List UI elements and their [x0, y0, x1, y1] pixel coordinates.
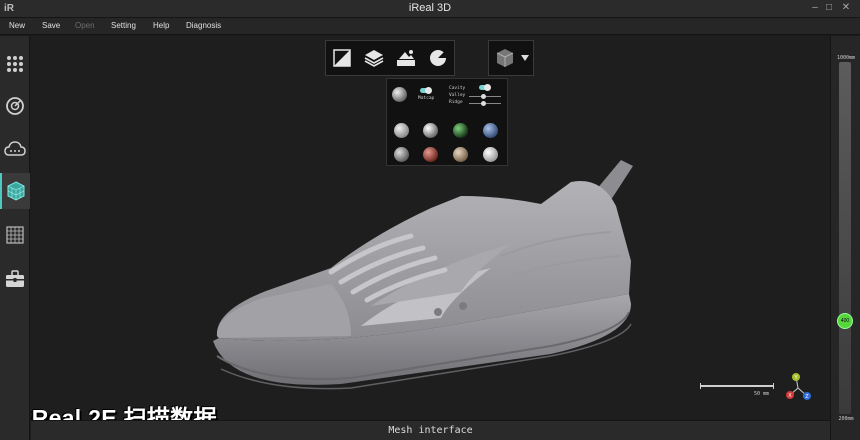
maximize-icon[interactable]: □	[822, 1, 836, 15]
window-title: iReal 3D	[408, 2, 452, 14]
material-ball[interactable]	[394, 147, 409, 162]
depth-max-label: 1000mm	[836, 55, 856, 61]
menu-bar: New Save Open Setting Help Diagnosis	[0, 18, 860, 35]
axis-x-label: X	[788, 393, 792, 399]
cloud-icon	[4, 141, 26, 156]
toolbox-icon	[6, 270, 24, 287]
material-panel: Matcap Cavity Valley Ridge	[386, 78, 508, 166]
sidebar-item-cloud[interactable]	[0, 131, 30, 167]
sidebar-item-mesh[interactable]	[0, 173, 30, 209]
ridge-label: Ridge	[449, 100, 463, 105]
matcap-toggle[interactable]	[420, 87, 432, 94]
sidebar-item-toolbox[interactable]	[0, 261, 30, 297]
material-ball[interactable]	[483, 123, 498, 138]
3d-viewport[interactable]: Matcap Cavity Valley Ridge 50 mm Y X Z i…	[31, 36, 830, 440]
sidebar-item-scan[interactable]	[0, 46, 30, 82]
tool-texture[interactable]	[391, 43, 421, 73]
material-ball[interactable]	[423, 147, 438, 162]
mesh-cube-icon	[7, 181, 25, 201]
depth-min-label: 200mm	[838, 416, 854, 422]
status-bar: Mesh interface	[31, 420, 830, 440]
cavity-label: Cavity	[449, 86, 466, 91]
target-icon	[6, 97, 24, 115]
menu-save[interactable]: Save	[42, 21, 60, 30]
minimize-icon[interactable]: –	[808, 1, 822, 15]
matcap-label: Matcap	[418, 96, 435, 101]
ridge-slider[interactable]	[469, 101, 501, 106]
depth-panel: 1000mm 400 200mm	[830, 36, 860, 440]
material-ball[interactable]	[453, 147, 468, 162]
menu-setting[interactable]: Setting	[111, 21, 136, 30]
scan-grid-icon	[7, 56, 23, 72]
grid-icon	[6, 226, 24, 244]
title-bar: iR iReal 3D – □ ✕	[0, 0, 860, 18]
tool-view-cube[interactable]	[490, 43, 520, 73]
sidebar-item-grid[interactable]	[0, 217, 30, 253]
close-icon[interactable]: ✕	[839, 1, 853, 15]
display-mode-toolbar	[325, 40, 455, 76]
matcap-preview[interactable]	[392, 87, 407, 102]
menu-new[interactable]: New	[9, 21, 25, 30]
cube-view-icon	[496, 49, 514, 67]
status-text: Mesh interface	[388, 425, 473, 436]
tool-pie[interactable]	[423, 43, 453, 73]
half-square-icon	[333, 49, 351, 67]
valley-label: Valley	[449, 93, 466, 98]
tool-half-square[interactable]	[327, 43, 357, 73]
menu-diagnosis[interactable]: Diagnosis	[186, 21, 221, 30]
material-ball[interactable]	[394, 123, 409, 138]
layers-icon	[364, 50, 384, 67]
cavity-toggle[interactable]	[479, 84, 491, 91]
left-sidebar	[0, 36, 30, 440]
view-mode-toolbar	[488, 40, 534, 76]
material-ball[interactable]	[423, 123, 438, 138]
depth-slider[interactable]	[839, 62, 851, 414]
tool-layers[interactable]	[359, 43, 389, 73]
texture-icon	[397, 50, 415, 66]
chevron-down-icon[interactable]	[521, 55, 529, 61]
menu-open[interactable]: Open	[75, 21, 95, 30]
scale-bar	[700, 383, 774, 389]
valley-slider[interactable]	[469, 94, 501, 99]
sidebar-item-target[interactable]	[0, 88, 30, 124]
depth-slider-knob[interactable]: 400	[837, 313, 853, 329]
axis-gizmo: Y X Z	[786, 373, 811, 400]
pie-icon	[430, 50, 447, 66]
scale-label: 50 mm	[754, 391, 770, 397]
menu-help[interactable]: Help	[153, 21, 169, 30]
material-ball[interactable]	[453, 123, 468, 138]
axis-z-label: Z	[805, 394, 809, 400]
material-ball[interactable]	[483, 147, 498, 162]
